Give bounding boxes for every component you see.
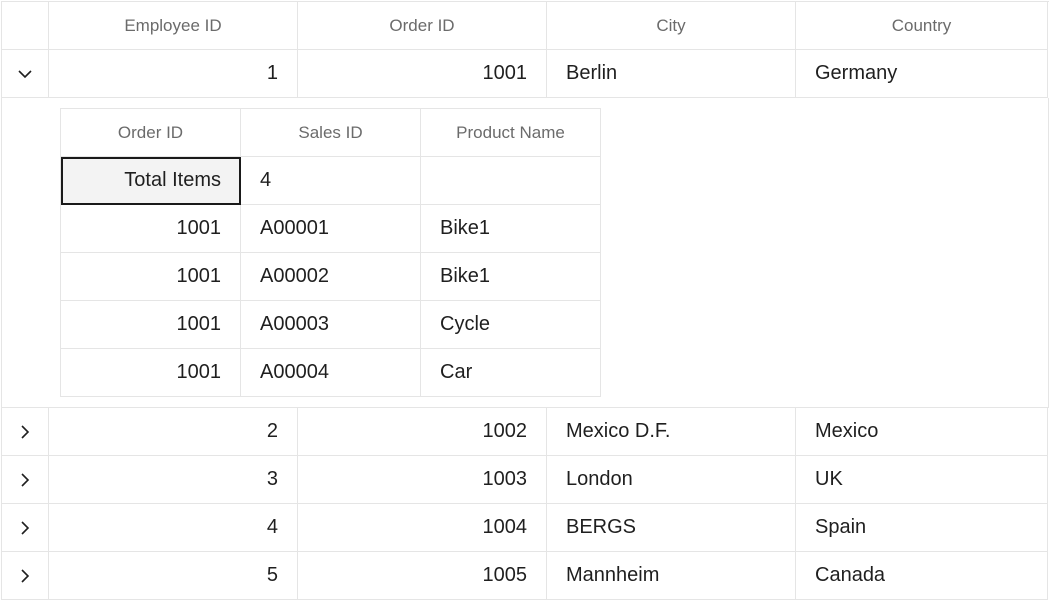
chevron-right-icon xyxy=(21,520,30,535)
details-column-header-order-id[interactable]: Order ID xyxy=(61,109,241,157)
cell-employee-id[interactable]: 4 xyxy=(49,504,298,552)
expander-header-cell xyxy=(2,2,49,50)
data-grid: Employee ID Order ID City Country 1 1001… xyxy=(1,1,1049,600)
row-expander[interactable] xyxy=(2,50,49,98)
row-expander[interactable] xyxy=(2,504,49,552)
summary-empty-cell[interactable] xyxy=(421,157,601,205)
column-header-country[interactable]: Country xyxy=(796,2,1048,50)
details-cell-product-name[interactable]: Bike1 xyxy=(421,205,601,253)
cell-country[interactable]: Germany xyxy=(796,50,1048,98)
column-header-city[interactable]: City xyxy=(547,2,796,50)
details-cell-sales-id[interactable]: A00003 xyxy=(241,301,421,349)
details-cell-order-id[interactable]: 1001 xyxy=(61,253,241,301)
details-header-row: Order ID Sales ID Product Name xyxy=(61,109,601,157)
cell-country[interactable]: Spain xyxy=(796,504,1048,552)
row-expander[interactable] xyxy=(2,552,49,600)
chevron-right-icon xyxy=(21,424,30,439)
cell-city[interactable]: Mexico D.F. xyxy=(547,408,796,456)
details-row[interactable]: 1001 A00003 Cycle xyxy=(61,301,601,349)
details-cell-order-id[interactable]: 1001 xyxy=(61,205,241,253)
cell-city[interactable]: Berlin xyxy=(547,50,796,98)
table-row[interactable]: 5 1005 Mannheim Canada xyxy=(2,552,1049,600)
details-view: Order ID Sales ID Product Name Total Ite… xyxy=(2,98,1049,408)
summary-label-cell[interactable]: Total Items xyxy=(61,157,241,205)
cell-country[interactable]: Canada xyxy=(796,552,1048,600)
table-row[interactable]: 3 1003 London UK xyxy=(2,456,1049,504)
cell-city[interactable]: Mannheim xyxy=(547,552,796,600)
cell-order-id[interactable]: 1004 xyxy=(298,504,547,552)
column-header-order-id[interactable]: Order ID xyxy=(298,2,547,50)
details-cell-product-name[interactable]: Cycle xyxy=(421,301,601,349)
details-cell-sales-id[interactable]: A00002 xyxy=(241,253,421,301)
table-row[interactable]: 4 1004 BERGS Spain xyxy=(2,504,1049,552)
details-cell-product-name[interactable]: Bike1 xyxy=(421,253,601,301)
details-cell-sales-id[interactable]: A00001 xyxy=(241,205,421,253)
cell-order-id[interactable]: 1002 xyxy=(298,408,547,456)
cell-order-id[interactable]: 1005 xyxy=(298,552,547,600)
row-expander[interactable] xyxy=(2,456,49,504)
summary-value-cell[interactable]: 4 xyxy=(241,157,421,205)
column-header-employee-id[interactable]: Employee ID xyxy=(49,2,298,50)
details-cell-order-id[interactable]: 1001 xyxy=(61,301,241,349)
details-column-header-sales-id[interactable]: Sales ID xyxy=(241,109,421,157)
cell-employee-id[interactable]: 5 xyxy=(49,552,298,600)
cell-order-id[interactable]: 1003 xyxy=(298,456,547,504)
table-row[interactable]: 1 1001 Berlin Germany xyxy=(2,50,1049,98)
details-column-header-product-name[interactable]: Product Name xyxy=(421,109,601,157)
chevron-right-icon xyxy=(21,472,30,487)
cell-country[interactable]: Mexico xyxy=(796,408,1048,456)
cell-city[interactable]: London xyxy=(547,456,796,504)
details-row[interactable]: 1001 A00004 Car xyxy=(61,349,601,397)
details-row[interactable]: 1001 A00001 Bike1 xyxy=(61,205,601,253)
details-row[interactable]: 1001 A00002 Bike1 xyxy=(61,253,601,301)
details-cell-sales-id[interactable]: A00004 xyxy=(241,349,421,397)
table-row[interactable]: 2 1002 Mexico D.F. Mexico xyxy=(2,408,1049,456)
cell-order-id[interactable]: 1001 xyxy=(298,50,547,98)
details-summary-row[interactable]: Total Items 4 xyxy=(61,157,601,205)
cell-country[interactable]: UK xyxy=(796,456,1048,504)
grid-header-row: Employee ID Order ID City Country xyxy=(2,2,1049,50)
details-cell-product-name[interactable]: Car xyxy=(421,349,601,397)
details-cell-order-id[interactable]: 1001 xyxy=(61,349,241,397)
chevron-down-icon xyxy=(18,69,32,78)
cell-employee-id[interactable]: 2 xyxy=(49,408,298,456)
details-grid: Order ID Sales ID Product Name Total Ite… xyxy=(60,108,601,397)
cell-city[interactable]: BERGS xyxy=(547,504,796,552)
cell-employee-id[interactable]: 1 xyxy=(49,50,298,98)
chevron-right-icon xyxy=(21,568,30,583)
row-expander[interactable] xyxy=(2,408,49,456)
cell-employee-id[interactable]: 3 xyxy=(49,456,298,504)
